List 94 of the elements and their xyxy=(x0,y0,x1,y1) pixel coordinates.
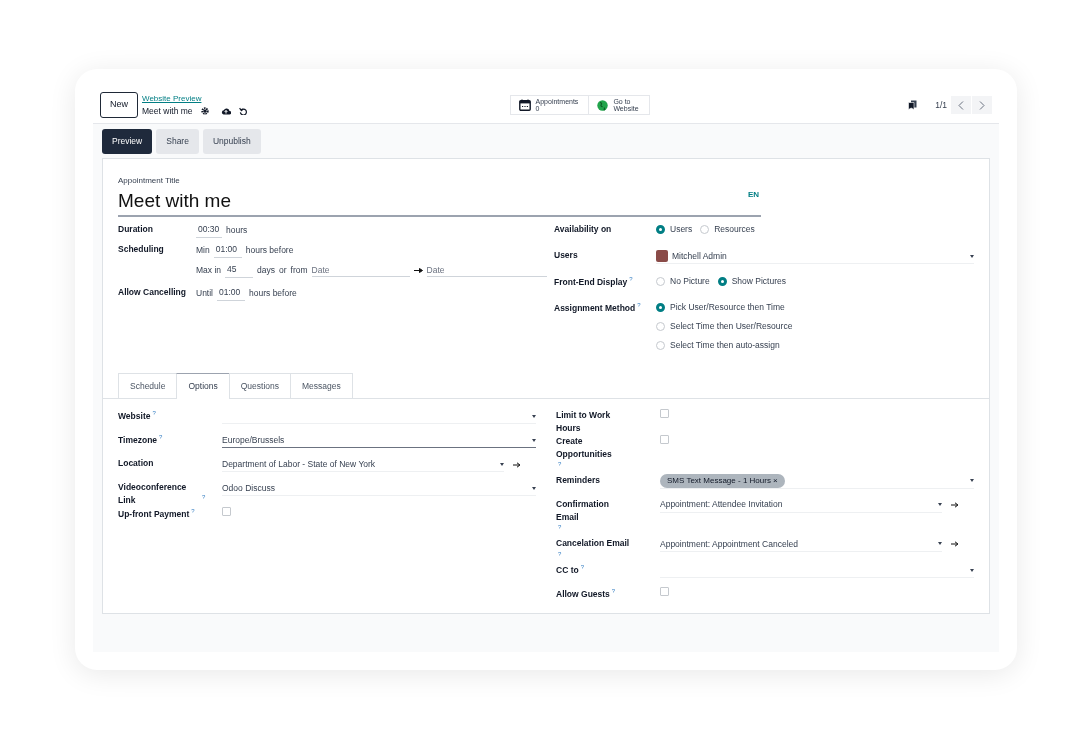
unit-text: Until xyxy=(196,287,213,300)
calendar-icon xyxy=(518,99,531,111)
caret-icon[interactable] xyxy=(532,486,536,490)
header-button[interactable]: Share xyxy=(156,129,199,154)
field-label: Website xyxy=(118,410,151,423)
caret-icon[interactable] xyxy=(970,254,974,258)
new-button[interactable]: New xyxy=(100,92,138,118)
user-tag[interactable]: Mitchell Admin xyxy=(672,249,727,263)
caret-icon[interactable] xyxy=(938,542,942,546)
field-label: Location xyxy=(118,457,154,470)
field-label: Duration xyxy=(118,223,153,236)
radio-option[interactable]: Select Time then auto-assign xyxy=(656,338,974,352)
undo-icon[interactable] xyxy=(238,107,247,115)
checkbox[interactable] xyxy=(222,506,231,516)
reminder-tag[interactable]: SMS Text Message - 1 Hours × xyxy=(660,473,785,488)
field-label: Allow Guests xyxy=(556,588,610,601)
pager-value: 1/1 xyxy=(935,98,947,112)
unit-text: days xyxy=(257,264,275,277)
field-value: Appointment: Attendee Invitation xyxy=(660,498,783,512)
unit-text: or xyxy=(279,264,287,277)
caret-icon[interactable] xyxy=(500,462,504,466)
input-field[interactable]: 01:00 xyxy=(217,286,245,301)
header-button[interactable]: Preview xyxy=(102,129,153,154)
globe-icon xyxy=(597,99,609,111)
field-label: Reminders xyxy=(556,473,600,487)
date-field[interactable]: Date xyxy=(311,263,410,278)
caret-icon[interactable] xyxy=(532,414,536,418)
field-value: Department of Labor - State of New York xyxy=(222,457,376,471)
header-button[interactable]: Unpublish xyxy=(202,129,261,154)
select-field[interactable]: Department of Labor - State of New York xyxy=(222,457,504,473)
field-label: Scheduling xyxy=(118,243,164,256)
caret-icon[interactable] xyxy=(970,479,974,483)
many2many-field[interactable]: Mitchell Admin xyxy=(656,249,974,265)
input-field[interactable]: 45 xyxy=(225,263,254,278)
select-field[interactable]: Appointment: Appointment Canceled xyxy=(660,536,942,552)
gear-icon[interactable] xyxy=(200,107,209,115)
unit-text: hours before xyxy=(249,287,297,300)
language-button[interactable]: EN xyxy=(747,189,759,202)
arrow-right-icon[interactable] xyxy=(951,541,959,548)
radio-option[interactable]: No Picture xyxy=(656,275,710,288)
caret-icon[interactable] xyxy=(938,503,942,507)
field-label: Timezone xyxy=(118,434,158,447)
input-field[interactable]: 00:30 xyxy=(196,223,222,238)
select-field[interactable]: Europe/Brussels xyxy=(222,433,536,449)
arrow-right-icon[interactable] xyxy=(513,461,521,468)
tab[interactable]: Schedule xyxy=(118,372,178,399)
unit-text: Min xyxy=(196,244,210,257)
field-label: Front-End Display xyxy=(554,276,628,289)
avatar-placeholder xyxy=(656,250,668,263)
field-label: Videoconference Link xyxy=(118,481,188,507)
date-field[interactable]: Date xyxy=(426,263,547,278)
unit-text: from xyxy=(290,264,308,277)
radio-option[interactable]: Resources xyxy=(700,223,755,236)
field-label: Availability on xyxy=(554,223,612,236)
field-value: Odoo Discuss xyxy=(222,481,275,495)
field-label: Cancelation Email xyxy=(556,536,630,550)
caret-icon[interactable] xyxy=(970,568,974,572)
chevron-right-icon xyxy=(979,100,985,110)
select-field[interactable]: Odoo Discuss xyxy=(222,481,536,497)
field-label: Users xyxy=(554,249,578,262)
select-field[interactable]: Appointment: Attendee Invitation xyxy=(660,497,942,513)
field-label: Create Opportunities xyxy=(556,434,613,461)
field-value: Appointment: Appointment Canceled xyxy=(660,537,798,551)
unit-text: hours xyxy=(226,224,248,237)
caret-icon[interactable] xyxy=(532,438,536,442)
unit-text: Max in xyxy=(196,264,222,277)
field-label: Appointment Title xyxy=(118,174,181,187)
arrow-right-icon xyxy=(413,267,423,273)
input-field[interactable]: 01:00 xyxy=(213,243,242,258)
radio-option[interactable]: Select Time then User/Resource xyxy=(656,320,974,333)
title-field[interactable]: Meet with me xyxy=(118,186,231,216)
tab[interactable]: Options xyxy=(176,372,230,400)
field-label: CC to xyxy=(556,564,579,577)
field-label: Assignment Method xyxy=(554,302,636,315)
radio-option[interactable]: Pick User/Resource then Time xyxy=(656,301,974,314)
field-value: Europe/Brussels xyxy=(222,433,285,447)
select-field[interactable]: SMS Text Message - 1 Hours × xyxy=(660,473,974,489)
checkbox[interactable] xyxy=(660,434,669,444)
tab[interactable]: Messages xyxy=(290,372,353,399)
record-title: Meet with me xyxy=(142,104,193,118)
checkbox[interactable] xyxy=(660,409,669,419)
field-label: Up-front Payment xyxy=(118,507,190,521)
breadcrumb-link[interactable]: Website Preview xyxy=(142,92,247,105)
cloud-upload-icon[interactable] xyxy=(220,107,231,115)
field-label: Limit to Work Hours xyxy=(556,409,612,435)
checkbox[interactable] xyxy=(660,587,669,597)
field-label: Confirmation Email xyxy=(556,497,610,524)
field-label: Allow Cancelling xyxy=(118,286,186,299)
arrow-right-icon[interactable] xyxy=(951,502,959,509)
radio-option[interactable]: Show Pictures xyxy=(717,275,787,288)
unit-text: hours before xyxy=(245,244,294,257)
chevron-left-icon xyxy=(958,100,964,110)
document-stack-icon xyxy=(908,100,918,110)
radio-option[interactable]: Users xyxy=(656,223,693,236)
